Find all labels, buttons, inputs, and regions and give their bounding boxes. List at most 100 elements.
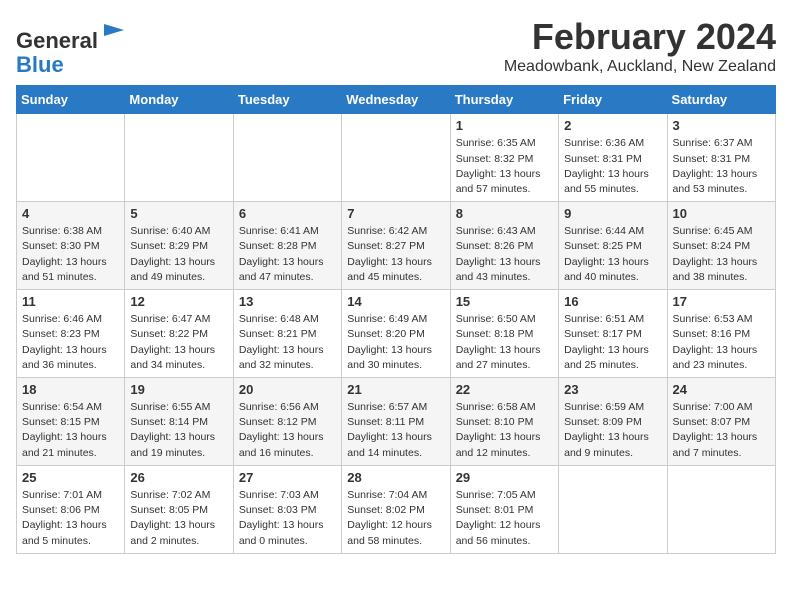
day-info: Sunrise: 7:05 AM Sunset: 8:01 PM Dayligh… [456,488,553,549]
day-info: Sunrise: 6:38 AM Sunset: 8:30 PM Dayligh… [22,224,119,285]
day-number: 26 [130,470,227,485]
logo-blue: Blue [16,52,64,77]
weekday-header-wednesday: Wednesday [342,86,450,114]
calendar-cell [233,114,341,202]
day-info: Sunrise: 6:58 AM Sunset: 8:10 PM Dayligh… [456,400,553,461]
weekday-header-tuesday: Tuesday [233,86,341,114]
day-number: 12 [130,294,227,309]
day-number: 14 [347,294,444,309]
day-info: Sunrise: 6:54 AM Sunset: 8:15 PM Dayligh… [22,400,119,461]
month-title: February 2024 [504,16,776,58]
calendar-week-row: 4 Sunrise: 6:38 AM Sunset: 8:30 PM Daylig… [17,202,776,290]
day-info: Sunrise: 7:02 AM Sunset: 8:05 PM Dayligh… [130,488,227,549]
day-info: Sunrise: 6:41 AM Sunset: 8:28 PM Dayligh… [239,224,336,285]
location-title: Meadowbank, Auckland, New Zealand [504,58,776,76]
day-number: 20 [239,382,336,397]
calendar-cell: 12 Sunrise: 6:47 AM Sunset: 8:22 PM Dayli… [125,290,233,378]
day-info: Sunrise: 6:48 AM Sunset: 8:21 PM Dayligh… [239,312,336,373]
day-info: Sunrise: 6:44 AM Sunset: 8:25 PM Dayligh… [564,224,661,285]
calendar-cell: 16Sunrise: 6:51 AM Sunset: 8:17 PM Dayli… [559,290,667,378]
day-info: Sunrise: 6:45 AM Sunset: 8:24 PM Dayligh… [673,224,770,285]
calendar-cell: 29 Sunrise: 7:05 AM Sunset: 8:01 PM Dayli… [450,465,558,553]
calendar-cell: 3 Sunrise: 6:37 AM Sunset: 8:31 PM Daylig… [667,114,775,202]
logo-general: General [16,28,98,53]
calendar-cell: 17 Sunrise: 6:53 AM Sunset: 8:16 PM Dayli… [667,290,775,378]
weekday-header-sunday: Sunday [17,86,125,114]
day-number: 21 [347,382,444,397]
calendar-cell: 21 Sunrise: 6:57 AM Sunset: 8:11 PM Dayli… [342,378,450,466]
calendar-cell: 19 Sunrise: 6:55 AM Sunset: 8:14 PM Dayli… [125,378,233,466]
day-info: Sunrise: 6:51 AM Sunset: 8:17 PM Dayligh… [564,312,661,373]
calendar-cell: 23 Sunrise: 6:59 AM Sunset: 8:09 PM Dayli… [559,378,667,466]
day-number: 27 [239,470,336,485]
day-info: Sunrise: 6:43 AM Sunset: 8:26 PM Dayligh… [456,224,553,285]
day-number: 29 [456,470,553,485]
day-info: Sunrise: 7:04 AM Sunset: 8:02 PM Dayligh… [347,488,444,549]
day-number: 2 [564,118,661,133]
calendar-cell [17,114,125,202]
day-number: 28 [347,470,444,485]
calendar-cell: 6 Sunrise: 6:41 AM Sunset: 8:28 PM Daylig… [233,202,341,290]
day-info: Sunrise: 6:55 AM Sunset: 8:14 PM Dayligh… [130,400,227,461]
day-number: 8 [456,206,553,221]
day-number: 3 [673,118,770,133]
day-info: Sunrise: 6:36 AM Sunset: 8:31 PM Dayligh… [564,136,661,197]
day-info: Sunrise: 6:59 AM Sunset: 8:09 PM Dayligh… [564,400,661,461]
weekday-header-friday: Friday [559,86,667,114]
calendar-cell: 9 Sunrise: 6:44 AM Sunset: 8:25 PM Daylig… [559,202,667,290]
day-number: 24 [673,382,770,397]
day-number: 4 [22,206,119,221]
weekday-header-row: SundayMondayTuesdayWednesdayThursdayFrid… [17,86,776,114]
calendar-week-row: 11 Sunrise: 6:46 AM Sunset: 8:23 PM Dayli… [17,290,776,378]
calendar-cell: 28 Sunrise: 7:04 AM Sunset: 8:02 PM Dayli… [342,465,450,553]
calendar-cell [667,465,775,553]
calendar-cell: 4 Sunrise: 6:38 AM Sunset: 8:30 PM Daylig… [17,202,125,290]
calendar-cell: 26 Sunrise: 7:02 AM Sunset: 8:05 PM Dayli… [125,465,233,553]
day-number: 23 [564,382,661,397]
day-info: Sunrise: 6:56 AM Sunset: 8:12 PM Dayligh… [239,400,336,461]
logo-flag-icon [100,20,128,48]
day-info: Sunrise: 6:40 AM Sunset: 8:29 PM Dayligh… [130,224,227,285]
day-info: Sunrise: 7:00 AM Sunset: 8:07 PM Dayligh… [673,400,770,461]
weekday-header-saturday: Saturday [667,86,775,114]
title-block: February 2024 Meadowbank, Auckland, New … [504,16,776,76]
day-number: 19 [130,382,227,397]
day-info: Sunrise: 6:49 AM Sunset: 8:20 PM Dayligh… [347,312,444,373]
day-number: 17 [673,294,770,309]
day-info: Sunrise: 7:03 AM Sunset: 8:03 PM Dayligh… [239,488,336,549]
day-info: Sunrise: 6:37 AM Sunset: 8:31 PM Dayligh… [673,136,770,197]
day-info: Sunrise: 6:42 AM Sunset: 8:27 PM Dayligh… [347,224,444,285]
day-info: Sunrise: 6:57 AM Sunset: 8:11 PM Dayligh… [347,400,444,461]
calendar-cell: 14 Sunrise: 6:49 AM Sunset: 8:20 PM Dayli… [342,290,450,378]
day-number: 1 [456,118,553,133]
calendar-cell: 20 Sunrise: 6:56 AM Sunset: 8:12 PM Dayli… [233,378,341,466]
day-number: 15 [456,294,553,309]
weekday-header-monday: Monday [125,86,233,114]
calendar-week-row: 1Sunrise: 6:35 AM Sunset: 8:32 PM Daylig… [17,114,776,202]
calendar-cell [559,465,667,553]
day-info: Sunrise: 6:50 AM Sunset: 8:18 PM Dayligh… [456,312,553,373]
day-info: Sunrise: 6:53 AM Sunset: 8:16 PM Dayligh… [673,312,770,373]
day-info: Sunrise: 7:01 AM Sunset: 8:06 PM Dayligh… [22,488,119,549]
calendar-cell [125,114,233,202]
weekday-header-thursday: Thursday [450,86,558,114]
calendar-cell: 25 Sunrise: 7:01 AM Sunset: 8:06 PM Dayli… [17,465,125,553]
calendar-cell: 27 Sunrise: 7:03 AM Sunset: 8:03 PM Dayli… [233,465,341,553]
day-info: Sunrise: 6:46 AM Sunset: 8:23 PM Dayligh… [22,312,119,373]
day-number: 6 [239,206,336,221]
day-number: 25 [22,470,119,485]
calendar-cell: 13Sunrise: 6:48 AM Sunset: 8:21 PM Dayli… [233,290,341,378]
day-number: 7 [347,206,444,221]
calendar-cell: 11 Sunrise: 6:46 AM Sunset: 8:23 PM Dayli… [17,290,125,378]
calendar-cell: 24 Sunrise: 7:00 AM Sunset: 8:07 PM Dayli… [667,378,775,466]
day-number: 10 [673,206,770,221]
calendar-cell: 8 Sunrise: 6:43 AM Sunset: 8:26 PM Daylig… [450,202,558,290]
calendar-cell: 1Sunrise: 6:35 AM Sunset: 8:32 PM Daylig… [450,114,558,202]
day-info: Sunrise: 6:47 AM Sunset: 8:22 PM Dayligh… [130,312,227,373]
calendar-cell: 5 Sunrise: 6:40 AM Sunset: 8:29 PM Daylig… [125,202,233,290]
day-number: 11 [22,294,119,309]
day-number: 9 [564,206,661,221]
day-number: 5 [130,206,227,221]
calendar-cell: 15 Sunrise: 6:50 AM Sunset: 8:18 PM Dayli… [450,290,558,378]
calendar-cell: 18Sunrise: 6:54 AM Sunset: 8:15 PM Dayli… [17,378,125,466]
